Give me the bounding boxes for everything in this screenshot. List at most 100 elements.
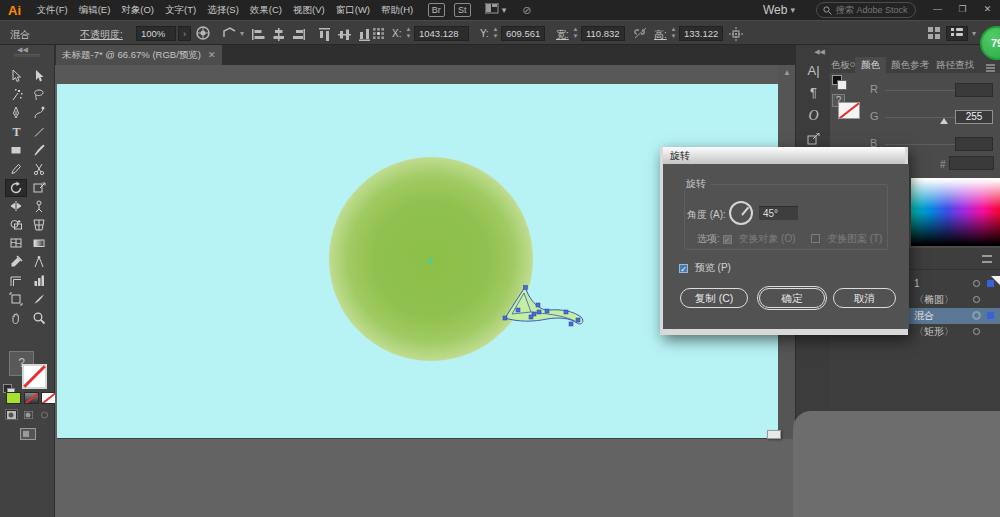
draw-behind-icon[interactable] bbox=[22, 409, 35, 420]
tool-paintbrush[interactable] bbox=[28, 141, 50, 159]
tab-color[interactable]: 颜色 bbox=[855, 57, 886, 73]
workspace-chevron-icon[interactable]: ▾ bbox=[502, 5, 507, 15]
height-stepper[interactable]: ▲▼ bbox=[670, 26, 677, 41]
tool-lasso[interactable] bbox=[28, 86, 50, 104]
transform-panel-icon[interactable] bbox=[796, 133, 831, 148]
menu-help[interactable]: 帮助(H) bbox=[376, 4, 419, 17]
menu-window[interactable]: 窗口(W) bbox=[330, 4, 375, 17]
opacity-input[interactable]: 100% bbox=[136, 26, 176, 41]
recolor-artwork-icon[interactable] bbox=[196, 26, 210, 43]
preview-checkbox[interactable]: ✓ bbox=[679, 264, 688, 273]
r-slider[interactable] bbox=[885, 90, 960, 91]
align-top-button[interactable] bbox=[318, 28, 331, 40]
tab-swatches[interactable]: 色板 bbox=[831, 57, 850, 73]
width-input[interactable]: 110.832 bbox=[581, 26, 625, 41]
tool-artboard[interactable] bbox=[5, 290, 27, 308]
b-value-input[interactable] bbox=[955, 137, 993, 151]
angle-input[interactable]: 45° bbox=[759, 206, 798, 220]
opacity-dropdown-icon[interactable]: › bbox=[178, 26, 191, 41]
align-left-button[interactable] bbox=[252, 28, 265, 40]
tool-curvature[interactable] bbox=[28, 104, 50, 122]
collapse-panel-icon[interactable]: ◀◀ bbox=[17, 46, 28, 54]
workspace-switcher-icon[interactable] bbox=[485, 3, 499, 17]
transform-icon[interactable] bbox=[729, 27, 743, 44]
b-slider[interactable] bbox=[885, 144, 960, 145]
tool-magic-wand[interactable] bbox=[5, 86, 27, 104]
panel-grip[interactable] bbox=[14, 54, 40, 57]
layer-target-icon[interactable] bbox=[973, 280, 980, 287]
tool-pen[interactable] bbox=[5, 104, 27, 122]
angle-dial[interactable] bbox=[729, 201, 753, 225]
align-right-button[interactable] bbox=[292, 28, 305, 40]
menu-edit[interactable]: 编辑(E) bbox=[73, 4, 116, 17]
transform-objects-checkbox[interactable]: ✓ bbox=[723, 235, 732, 244]
workspace-dropdown[interactable]: Web▾ bbox=[763, 0, 795, 20]
layer-target-icon[interactable] bbox=[973, 312, 980, 319]
y-input[interactable]: 609.561 bbox=[501, 26, 545, 41]
link-dimensions-icon[interactable] bbox=[633, 28, 648, 42]
tool-hand[interactable] bbox=[5, 309, 27, 327]
close-button[interactable]: ✕ bbox=[975, 0, 1000, 20]
character-panel-icon[interactable]: A| bbox=[796, 63, 831, 78]
menu-object[interactable]: 对象(O) bbox=[116, 4, 160, 17]
menu-effect[interactable]: 效果(C) bbox=[244, 4, 287, 17]
menu-type[interactable]: 文字(T) bbox=[160, 4, 202, 17]
color-mode-fill-swatch[interactable] bbox=[6, 392, 21, 404]
ok-button[interactable]: 确定 bbox=[759, 288, 825, 308]
tool-graph[interactable] bbox=[28, 272, 50, 290]
height-label[interactable]: 高: bbox=[654, 28, 667, 42]
artboard-resize-tag[interactable] bbox=[767, 430, 781, 439]
style-icon[interactable] bbox=[222, 26, 238, 43]
style-chevron-icon[interactable]: ▾ bbox=[240, 29, 244, 38]
hex-input[interactable] bbox=[949, 156, 994, 170]
minimize-button[interactable]: — bbox=[925, 0, 950, 20]
layer-selection-indicator[interactable] bbox=[987, 312, 994, 319]
dock-grid-icon[interactable] bbox=[928, 27, 940, 42]
tool-eyedropper[interactable] bbox=[5, 253, 27, 271]
tool-scissors[interactable] bbox=[28, 160, 50, 178]
tool-rotate[interactable] bbox=[5, 179, 27, 197]
transform-patterns-checkbox[interactable] bbox=[811, 234, 820, 243]
tab-color-guide[interactable]: 颜色参考 bbox=[891, 57, 929, 73]
opacity-label[interactable]: 不透明度: bbox=[80, 28, 123, 42]
tool-gradient[interactable] bbox=[28, 234, 50, 252]
search-input[interactable]: 搜索 Adobe Stock bbox=[816, 2, 916, 18]
tab-pathfinder[interactable]: 路径查找 bbox=[936, 57, 974, 73]
tool-width[interactable] bbox=[5, 197, 27, 215]
stock-button[interactable]: St bbox=[454, 3, 471, 17]
x-input[interactable]: 1043.128 bbox=[414, 26, 469, 41]
align-center-h-button[interactable] bbox=[272, 28, 285, 40]
g-slider[interactable] bbox=[885, 117, 960, 118]
bridge-button[interactable]: Br bbox=[428, 3, 445, 17]
screen-mode-icon[interactable] bbox=[20, 428, 36, 440]
menu-select[interactable]: 选择(S) bbox=[202, 4, 245, 17]
menu-view[interactable]: 视图(V) bbox=[288, 4, 331, 17]
tool-shaper[interactable] bbox=[5, 160, 27, 178]
color-mode-gradient-swatch[interactable] bbox=[24, 392, 39, 404]
tool-mesh[interactable] bbox=[5, 234, 27, 252]
menu-file[interactable]: 文件(F) bbox=[31, 4, 73, 17]
expand-dock-icon[interactable]: ◀◀ bbox=[814, 48, 825, 56]
scroll-up-icon[interactable]: ▲ bbox=[783, 68, 791, 77]
g-value-input[interactable]: 255 bbox=[955, 110, 993, 124]
r-value-input[interactable] bbox=[955, 83, 993, 97]
tool-knife[interactable] bbox=[28, 290, 50, 308]
color-mode-none-swatch[interactable] bbox=[41, 392, 56, 404]
tab-close-icon[interactable]: ✕ bbox=[208, 50, 216, 60]
stroke-color-swatch[interactable] bbox=[22, 364, 47, 389]
reference-point-grid-icon[interactable] bbox=[372, 27, 385, 43]
g-slider-handle[interactable] bbox=[940, 118, 948, 124]
tool-free-transform[interactable] bbox=[28, 179, 50, 197]
tool-direct-selection[interactable] bbox=[28, 67, 50, 85]
selected-path-object[interactable] bbox=[502, 283, 592, 338]
copy-button[interactable]: 复制 (C) bbox=[680, 288, 748, 308]
proxy-swatches-icon[interactable] bbox=[832, 75, 842, 85]
panel-options-chevron-icon[interactable]: ▾ bbox=[972, 29, 976, 38]
color-spectrum[interactable] bbox=[911, 178, 1000, 246]
share-icon[interactable]: ⊘ bbox=[522, 4, 531, 17]
y-stepper[interactable]: ▲▼ bbox=[492, 26, 499, 41]
layer-target-icon[interactable] bbox=[973, 296, 980, 303]
tool-zoom[interactable] bbox=[28, 309, 50, 327]
document-tab[interactable]: 未标题-7* @ 66.67% (RGB/预览)✕ bbox=[56, 45, 222, 65]
tool-type[interactable]: T bbox=[5, 123, 27, 141]
